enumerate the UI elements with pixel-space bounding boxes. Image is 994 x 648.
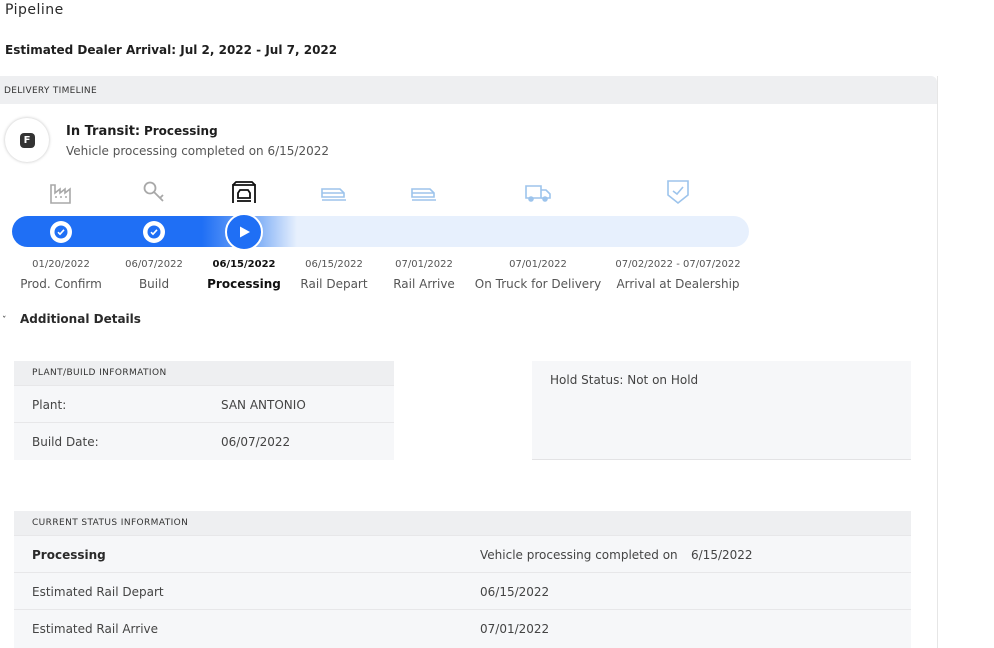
- estimated-arrival: Estimated Dealer Arrival: Jul 2, 2022 - …: [5, 43, 338, 57]
- delivery-timeline-card: DELIVERY TIMELINE F In Transit: Processi…: [0, 76, 938, 648]
- step-date: 07/02/2022 - 07/07/2022: [615, 259, 741, 270]
- plant-build-panel: PLANT/BUILD INFORMATION Plant: SAN ANTON…: [14, 361, 394, 460]
- step-label: Arrival at Dealership: [616, 277, 740, 291]
- step-complete-check-icon: [50, 221, 72, 243]
- wrench-icon: [140, 178, 168, 206]
- additional-details-toggle[interactable]: ˇ Additional Details: [0, 312, 141, 326]
- status-badge: F: [5, 118, 49, 162]
- rail-depart-icon: [320, 178, 348, 206]
- chevron-down-icon: ˇ: [2, 316, 7, 326]
- build-date-value: 06/07/2022: [221, 435, 291, 449]
- truck-icon: [524, 178, 552, 206]
- rail-arrive-value: 07/01/2022: [480, 622, 550, 636]
- step-label: On Truck for Delivery: [474, 277, 602, 291]
- shield-check-icon: [664, 178, 692, 206]
- table-row: Estimated Rail Arrive 07/01/2022: [14, 609, 911, 646]
- current-status-header: CURRENT STATUS INFORMATION: [14, 511, 911, 535]
- vehicle-processing-icon: [230, 178, 258, 206]
- timeline-progress-track: [12, 216, 749, 247]
- table-row: Plant: SAN ANTONIO: [14, 385, 394, 422]
- plant-build-header: PLANT/BUILD INFORMATION: [14, 361, 394, 385]
- hold-status-panel: Hold Status: Not on Hold: [532, 361, 911, 460]
- status-value: Processing: [143, 124, 218, 138]
- step-date: 07/01/2022: [395, 259, 453, 270]
- step-complete-check-icon: [143, 221, 165, 243]
- plant-value: SAN ANTONIO: [221, 398, 306, 412]
- current-status-panel: CURRENT STATUS INFORMATION Processing Ve…: [14, 511, 911, 648]
- table-row: Build Date: 06/07/2022: [14, 422, 394, 459]
- page-title: Pipeline: [5, 2, 64, 18]
- status-title: In Transit: Processing: [66, 124, 218, 139]
- status-badge-letter: F: [19, 132, 35, 148]
- step-date: 07/01/2022: [509, 259, 567, 270]
- status-row-value: Vehicle processing completed on: [480, 548, 678, 562]
- rail-arrive-icon: [410, 178, 438, 206]
- plant-label: Plant:: [32, 398, 67, 412]
- status-row-date: 6/15/2022: [691, 548, 753, 562]
- build-date-label: Build Date:: [32, 435, 99, 449]
- factory-icon: [47, 178, 75, 206]
- table-row: Processing Vehicle processing completed …: [14, 535, 911, 572]
- status-subtitle: Vehicle processing completed on 6/15/202…: [66, 144, 329, 158]
- step-label: Rail Arrive: [393, 277, 455, 291]
- status-row-label: Processing: [32, 548, 106, 562]
- rail-depart-label: Estimated Rail Depart: [32, 585, 164, 599]
- status-label: In Transit:: [66, 124, 141, 139]
- step-current-play-icon: [225, 213, 263, 251]
- rail-depart-value: 06/15/2022: [480, 585, 550, 599]
- additional-details-label: Additional Details: [20, 312, 141, 326]
- hold-status-text: Hold Status: Not on Hold: [550, 373, 699, 387]
- delivery-timeline-header: DELIVERY TIMELINE: [0, 76, 937, 104]
- rail-arrive-label: Estimated Rail Arrive: [32, 622, 159, 636]
- table-row: Estimated Rail Depart 06/15/2022: [14, 572, 911, 609]
